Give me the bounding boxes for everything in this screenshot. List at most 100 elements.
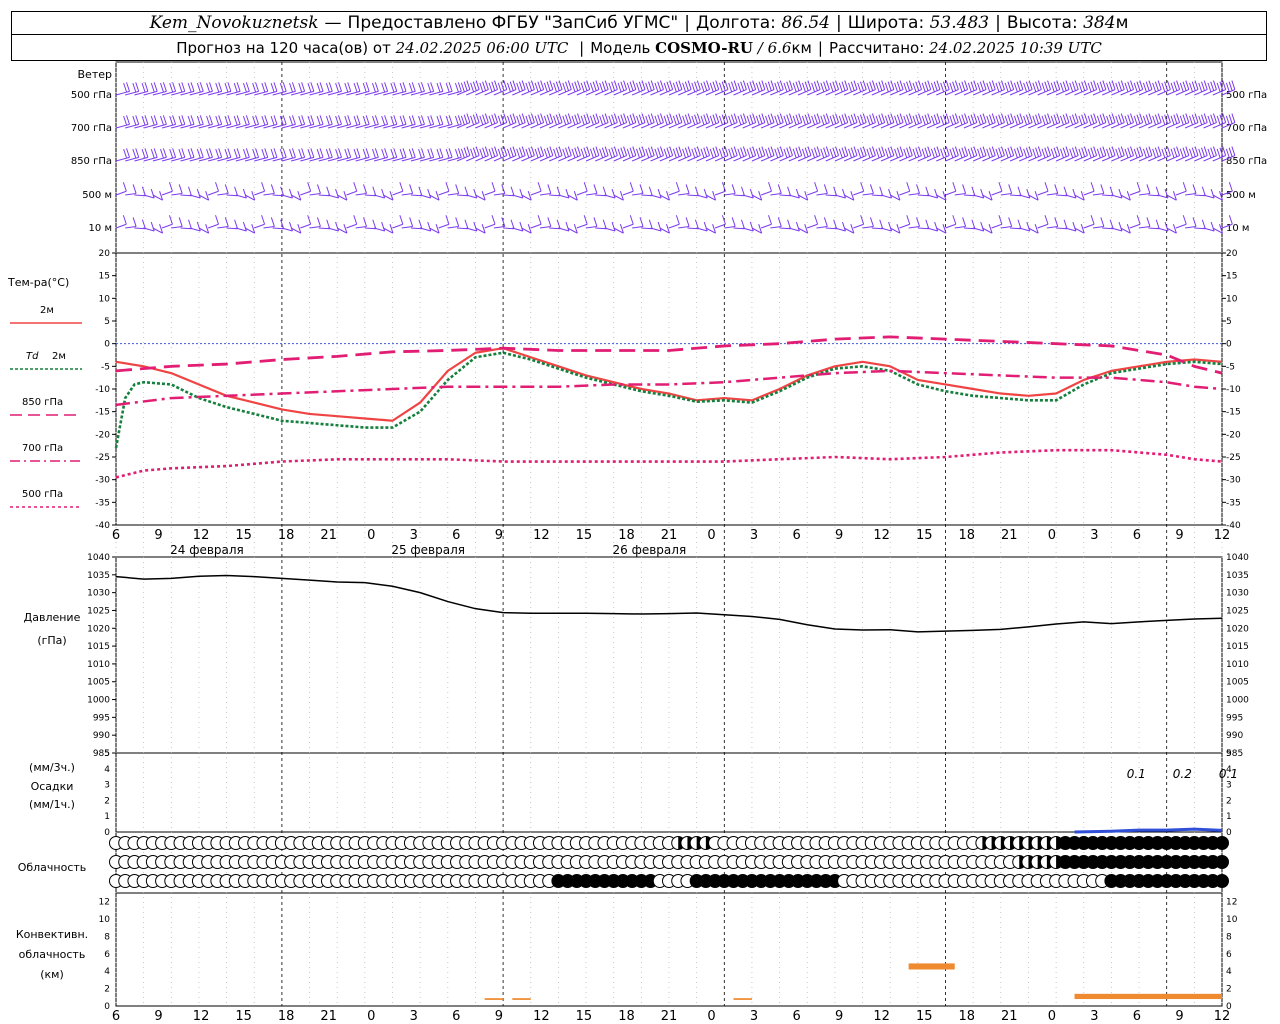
wind-barb-flag <box>338 82 342 92</box>
wind-barb-flag <box>1093 113 1098 123</box>
wind-barb-flag <box>1108 114 1113 124</box>
wind-barb-flag <box>150 115 155 126</box>
wind-barb <box>512 227 524 232</box>
wind-barb-flag <box>1090 147 1095 157</box>
wind-barb-flag <box>537 147 542 157</box>
wind-barb-flag <box>1185 146 1190 156</box>
wind-barb-flag <box>1179 82 1184 93</box>
wind-barb-flag <box>724 146 729 156</box>
precip-label-line2: Осадки <box>31 780 74 793</box>
wind-barb-flag <box>1194 146 1199 156</box>
wind-barb-flag <box>721 147 726 157</box>
wind-barb-flag <box>264 148 269 158</box>
wind-barb-flag <box>1179 148 1184 159</box>
conv-tick-left: 4 <box>104 967 110 977</box>
wind-barb-flag <box>362 148 367 159</box>
wind-barb-flag <box>1170 148 1175 159</box>
wind-barb-flag <box>927 146 932 156</box>
wind-barb-flag <box>565 114 569 124</box>
wind-barb-flag <box>869 217 874 227</box>
wind-barb-flag <box>464 219 469 229</box>
wind-barb-flag <box>347 148 352 158</box>
wind-barb-flag <box>577 113 581 123</box>
wind-barb-flag <box>807 113 812 123</box>
wind-barb-flag <box>595 113 600 123</box>
wind-barb-flag <box>850 81 855 91</box>
wind-barb-flag <box>1111 146 1116 156</box>
hour-label-bottom: 18 <box>278 1009 295 1024</box>
wind-barb-flag <box>795 188 800 199</box>
wind-barb-flag <box>381 115 386 126</box>
wind-barb-flag <box>691 82 696 93</box>
wind-barb-flag <box>1056 146 1061 156</box>
wind-barb <box>1037 190 1049 196</box>
wind-barb-flag <box>638 81 643 91</box>
wind-barb-flag <box>150 221 155 232</box>
wind-barb-flag <box>728 148 733 159</box>
wind-barb-flag <box>455 217 460 227</box>
wind-barb-flag <box>1210 81 1215 91</box>
wind-barb-flag <box>1044 215 1049 225</box>
day-label: 25 февраля <box>391 543 465 557</box>
wind-barb-flag <box>460 115 465 126</box>
wind-barb <box>484 190 496 196</box>
wind-barb-flag <box>691 115 696 126</box>
wind-barb-flag <box>580 82 585 93</box>
wind-barb-flag <box>636 148 640 159</box>
wind-barb-flag <box>255 115 260 125</box>
wind-barb-flag <box>694 81 699 91</box>
wind-barb-flag <box>510 219 515 229</box>
wind-barb-flag <box>374 115 379 125</box>
wind-barb-flag <box>712 81 717 91</box>
wind-barb-flag <box>700 148 705 159</box>
wind-barb-flag <box>718 115 723 126</box>
wind-barb <box>973 227 984 232</box>
wind-barb-flag <box>123 148 128 159</box>
wind-barb-flag <box>593 184 598 194</box>
wind-barb-flag <box>506 82 511 93</box>
wind-barb-flag <box>503 146 508 156</box>
wind-barb-flag <box>427 221 432 232</box>
wind-barb-flag <box>1093 80 1098 90</box>
wind-barb <box>392 190 404 196</box>
pressure-tick-left: 1025 <box>87 606 110 616</box>
wind-barb-flag <box>316 115 321 126</box>
wind-barb-flag <box>639 217 644 227</box>
wind-barb-flag <box>626 82 631 93</box>
wind-barb-flag <box>1017 219 1022 229</box>
wind-barb-flag <box>1037 146 1042 156</box>
wind-barb-flag <box>208 115 213 125</box>
wind-barb-flag <box>731 184 736 194</box>
wind-barb-flag <box>672 115 677 126</box>
wind-barb-flag <box>862 80 867 90</box>
wind-barb-flag <box>1028 113 1033 123</box>
wind-barb-flag <box>712 114 717 124</box>
wind-barb-flag <box>233 148 238 159</box>
wind-barb-flag <box>623 80 628 90</box>
wind-barb-flag <box>227 115 232 125</box>
wind-barb-flag <box>921 82 926 93</box>
wind-barb-flag <box>866 148 871 159</box>
wind-barb-flag <box>242 188 247 199</box>
wind-barb-flag <box>409 217 414 227</box>
wind-level-label-left: 500 м <box>82 190 112 201</box>
wind-barb-flag <box>787 186 792 196</box>
wind-barb-flag <box>700 82 705 93</box>
wind-barb-flag <box>740 114 745 124</box>
wind-barb-flag <box>850 114 855 124</box>
wind-barb-flag <box>1133 115 1138 126</box>
wind-barb-flag <box>402 82 407 92</box>
wind-barb-flag <box>1008 217 1013 227</box>
day-label: 24 февраля <box>170 543 244 557</box>
wind-barb-flag <box>903 148 908 159</box>
wind-barb-flag <box>1023 115 1028 126</box>
wind-barb-flag <box>338 148 342 158</box>
wind-barb-flag <box>623 146 628 156</box>
wind-barb-flag <box>964 113 969 123</box>
hour-label-bottom: 3 <box>1090 1009 1098 1024</box>
wind-barb-flag <box>436 148 441 159</box>
wind-barb-flag <box>715 113 720 123</box>
wind-barb-flag <box>1164 114 1169 124</box>
wind-barb-flag <box>1212 113 1217 123</box>
wind-barb-flag <box>316 217 321 227</box>
